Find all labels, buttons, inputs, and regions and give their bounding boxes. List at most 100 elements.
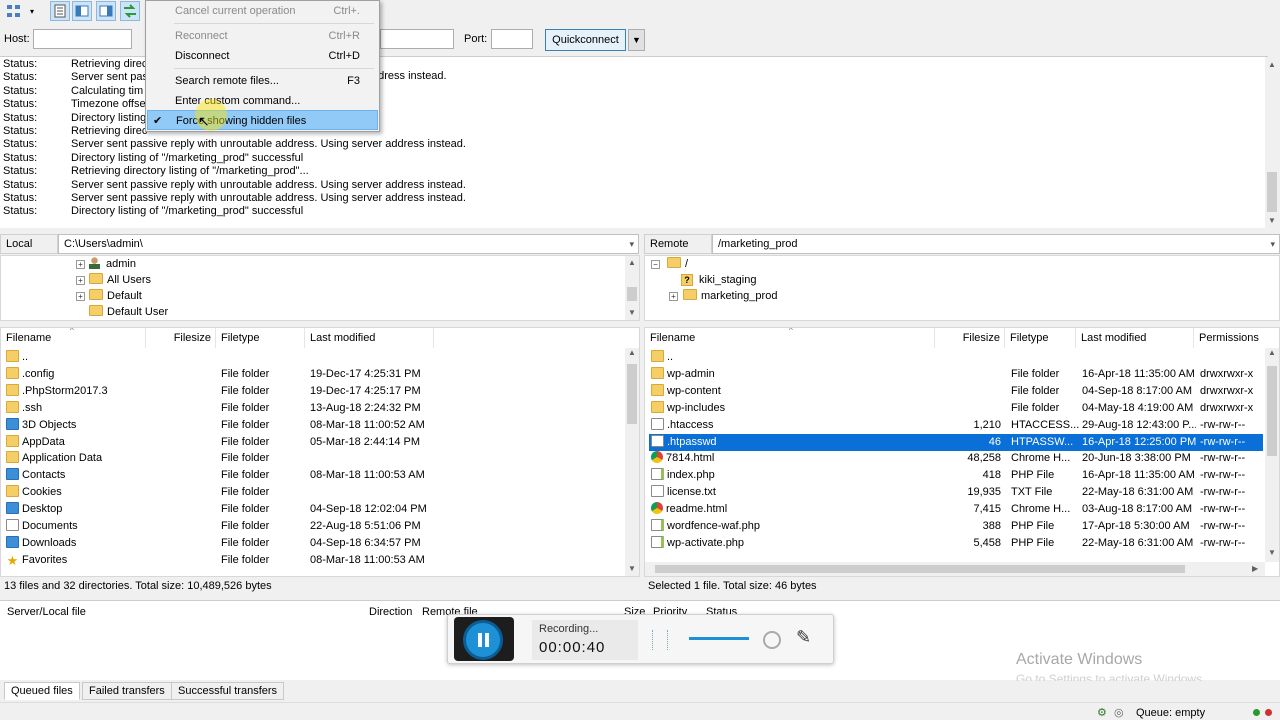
- expand-icon[interactable]: +: [76, 276, 85, 285]
- speed-limit-icon[interactable]: ◎: [1114, 706, 1124, 719]
- collapse-icon[interactable]: −: [651, 260, 660, 269]
- table-row[interactable]: .htpasswd 46 HTPASSW... 16-Apr-18 12:25:00 …: [649, 433, 1263, 451]
- table-row[interactable]: wordfence-waf.php 388 PHP File 17-Apr-18 5:…: [649, 518, 1263, 535]
- table-row[interactable]: wp-admin File folder 16-Apr-18 11:35:00 AM…: [649, 366, 1263, 383]
- header-filesize[interactable]: Filesize: [935, 328, 1005, 348]
- remote-tree-item[interactable]: /: [667, 256, 688, 272]
- file-name: wp-content: [667, 384, 721, 397]
- toggle-remote-tree-icon[interactable]: [96, 1, 116, 21]
- queue-header-direction[interactable]: Direction: [369, 606, 412, 618]
- log-message: Server sent passive reply with unroutabl…: [71, 138, 466, 151]
- header-filesize[interactable]: Filesize: [146, 328, 216, 348]
- file-name: .config: [22, 367, 55, 380]
- file-permissions: -rw-rw-r--: [1200, 469, 1246, 482]
- webcam-icon[interactable]: [763, 631, 781, 649]
- remote-list-scrollbar[interactable]: ▲ ▼: [1265, 348, 1279, 562]
- tab-queued-files[interactable]: Queued files: [4, 682, 80, 700]
- folder-icon: [6, 383, 19, 396]
- site-manager-icon[interactable]: [4, 1, 24, 21]
- table-row[interactable]: ..: [649, 349, 1263, 366]
- log-key: Status:: [3, 125, 38, 137]
- table-row[interactable]: wp-content File folder 04-Sep-18 8:17:00 A…: [649, 383, 1263, 400]
- table-row[interactable]: ..: [1, 349, 623, 366]
- header-filetype[interactable]: Filetype: [1005, 328, 1076, 348]
- log-key: Status:: [3, 165, 38, 178]
- port-input[interactable]: [491, 29, 533, 49]
- menu-cancel-operation[interactable]: Cancel current operation Ctrl+.: [147, 1, 378, 21]
- local-tree-item[interactable]: Default: [89, 288, 142, 304]
- file-permissions: drwxrwxr-x: [1200, 401, 1254, 414]
- table-row[interactable]: Documents File folder 22-Aug-18 5:51:06 PM: [1, 518, 623, 535]
- transfer-queue-icon[interactable]: [120, 1, 140, 21]
- file-name: .htpasswd: [667, 435, 717, 448]
- table-row[interactable]: wp-activate.php 5,458 PHP File 22-May-18 6:…: [649, 535, 1263, 552]
- blue-icon: [6, 417, 19, 430]
- expand-icon[interactable]: +: [76, 292, 85, 301]
- header-filetype[interactable]: Filetype: [216, 328, 305, 348]
- menu-search-remote[interactable]: Search remote files... F3: [147, 71, 378, 91]
- table-row[interactable]: license.txt 19,935 TXT File 22-May-18 6:31:…: [649, 484, 1263, 501]
- table-row[interactable]: readme.html 7,415 Chrome H... 03-Aug-18 8:1…: [649, 501, 1263, 518]
- local-tree-item[interactable]: admin: [89, 256, 136, 272]
- table-row[interactable]: Application Data File folder: [1, 450, 623, 467]
- file-permissions: -rw-rw-r--: [1200, 503, 1246, 516]
- table-row[interactable]: 3D Objects File folder 08-Mar-18 11:00:52 …: [1, 417, 623, 434]
- table-row[interactable]: Downloads File folder 04-Sep-18 6:34:57 PM: [1, 535, 623, 552]
- table-row[interactable]: Desktop File folder 04-Sep-18 12:02:04 PM: [1, 501, 623, 518]
- file-permissions: -rw-rw-r--: [1200, 536, 1246, 549]
- menu-custom-command[interactable]: Enter custom command...: [147, 91, 378, 111]
- volume-slider[interactable]: [689, 637, 749, 640]
- remote-tree-item[interactable]: ? kiki_staging: [681, 272, 756, 288]
- host-input[interactable]: [33, 29, 132, 49]
- local-path-input[interactable]: C:\Users\admin\ ▾: [58, 234, 639, 254]
- file-type: File folder: [221, 367, 270, 380]
- log-scrollbar[interactable]: ▲ ▼: [1265, 57, 1279, 229]
- recording-label: Recording...: [539, 623, 599, 635]
- folder-icon: [6, 350, 19, 362]
- menu-reconnect[interactable]: Reconnect Ctrl+R: [147, 26, 378, 46]
- toggle-local-tree-icon[interactable]: [72, 1, 92, 21]
- expand-icon[interactable]: +: [76, 260, 85, 269]
- tab-failed-transfers[interactable]: Failed transfers: [82, 682, 172, 700]
- php-icon: [651, 535, 664, 548]
- local-list-scrollbar[interactable]: ▲ ▼: [625, 348, 639, 576]
- table-row[interactable]: .htaccess 1,210 HTACCESS... 29-Aug-18 12:43…: [649, 417, 1263, 434]
- table-row[interactable]: 7814.html 48,258 Chrome H... 20-Jun-18 3:38…: [649, 450, 1263, 467]
- pause-button[interactable]: [463, 620, 503, 660]
- quickconnect-history-dropdown[interactable]: ▼: [628, 29, 645, 51]
- tab-successful-transfers[interactable]: Successful transfers: [171, 682, 285, 700]
- header-last-modified[interactable]: Last modified: [1076, 328, 1194, 348]
- header-last-modified[interactable]: Last modified: [305, 328, 434, 348]
- local-tree-item[interactable]: All Users: [89, 272, 151, 288]
- remote-path-input[interactable]: /marketing_prod ▾: [712, 234, 1280, 254]
- remote-list-hscrollbar[interactable]: ▶: [645, 562, 1265, 576]
- queue-header-server[interactable]: Server/Local file: [7, 606, 86, 618]
- folder-icon: [683, 289, 697, 300]
- table-row[interactable]: .PhpStorm2017.3 File folder 19-Dec-17 4:25…: [1, 383, 623, 400]
- menu-force-hidden-files[interactable]: ✔ Force showing hidden files: [147, 110, 378, 130]
- pen-icon[interactable]: ✎: [796, 627, 811, 648]
- table-row[interactable]: AppData File folder 05-Mar-18 2:44:14 PM: [1, 434, 623, 451]
- remote-tree-item[interactable]: marketing_prod: [683, 288, 777, 304]
- file-icon: [651, 485, 664, 498]
- table-row[interactable]: ★ Favorites File folder 08-Mar-18 11:00:53 …: [1, 552, 623, 569]
- password-input[interactable]: [380, 29, 454, 49]
- expand-icon[interactable]: +: [669, 292, 678, 301]
- checkmark-icon: ✔: [153, 115, 163, 127]
- local-tree-item[interactable]: Default User: [89, 304, 168, 320]
- table-row[interactable]: index.php 418 PHP File 16-Apr-18 11:35:00 A…: [649, 467, 1263, 484]
- local-tree-scrollbar[interactable]: ▲ ▼: [625, 256, 639, 320]
- table-row[interactable]: .config File folder 19-Dec-17 4:25:31 PM: [1, 366, 623, 383]
- file-type: File folder: [1011, 384, 1060, 397]
- toggle-log-icon[interactable]: [50, 1, 70, 21]
- local-site-label: Local site:: [0, 234, 58, 269]
- table-row[interactable]: Contacts File folder 08-Mar-18 11:00:53 AM: [1, 467, 623, 484]
- menu-disconnect[interactable]: Disconnect Ctrl+D: [147, 46, 378, 66]
- header-permissions[interactable]: Permissions: [1194, 328, 1279, 348]
- gear-icon[interactable]: ⚙: [1097, 706, 1107, 719]
- chevron-down-icon[interactable]: ▾: [26, 1, 38, 21]
- table-row[interactable]: Cookies File folder: [1, 484, 623, 501]
- quickconnect-button[interactable]: Quickconnect: [545, 29, 626, 51]
- table-row[interactable]: .ssh File folder 13-Aug-18 2:24:32 PM: [1, 400, 623, 417]
- table-row[interactable]: wp-includes File folder 04-May-18 4:19:00 …: [649, 400, 1263, 417]
